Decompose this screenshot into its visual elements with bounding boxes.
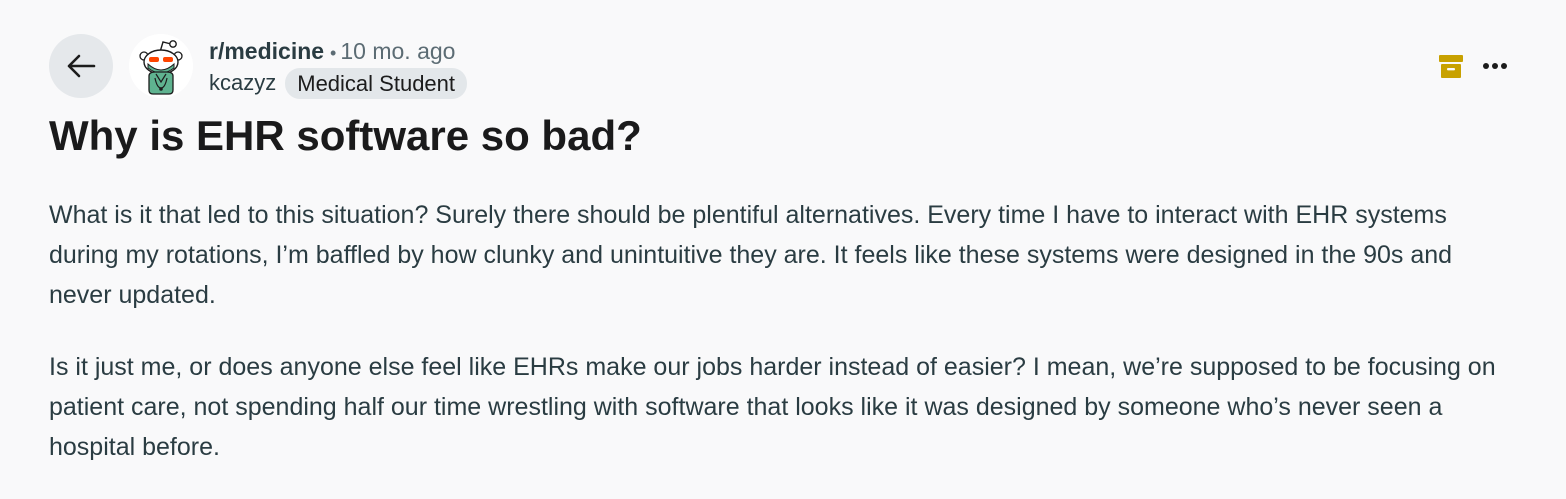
post-paragraph: What is it that led to this situation? S… bbox=[49, 201, 1453, 309]
post-timestamp: 10 mo. ago bbox=[340, 38, 456, 64]
snoo-avatar-icon bbox=[129, 34, 193, 98]
post-body: What is it that led to this situation? S… bbox=[49, 195, 1519, 499]
subreddit-link[interactable]: r/medicine bbox=[209, 38, 324, 64]
post-meta: r/medicine • 10 mo. ago kcazyz Medical Stu… bbox=[209, 36, 468, 100]
subreddit-avatar[interactable] bbox=[129, 34, 193, 98]
user-flair-badge: Medical Student bbox=[285, 67, 468, 99]
post-title: Why is EHR software so bad? bbox=[49, 112, 642, 159]
arrow-left-icon bbox=[67, 54, 96, 78]
back-button[interactable] bbox=[49, 34, 113, 98]
separator-dot: • bbox=[330, 43, 337, 63]
more-options-button[interactable] bbox=[1478, 50, 1512, 82]
meta-top-line: r/medicine • 10 mo. ago bbox=[209, 36, 467, 66]
archive-icon bbox=[1439, 55, 1463, 78]
post-paragraph: Is it just me, or does anyone else feel … bbox=[49, 353, 1496, 461]
post-container: r/medicine • 10 mo. ago kcazyz Medical Stu… bbox=[0, 0, 1566, 484]
meta-bottom-line: kcazyz Medical Student bbox=[209, 66, 468, 100]
author-link[interactable]: kcazyz bbox=[209, 70, 276, 96]
more-options-icon bbox=[1483, 63, 1507, 69]
